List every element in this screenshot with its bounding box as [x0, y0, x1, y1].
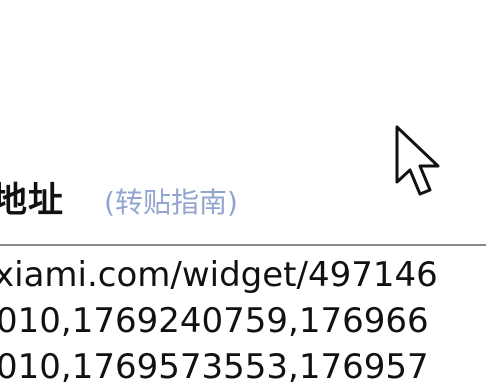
section-title: 地址 [0, 181, 65, 221]
code-line: 010,1769240759,176966 [0, 301, 429, 341]
mouse-pointer-icon [395, 125, 440, 196]
widget-code-text[interactable]: xiami.com/widget/497146 010,1769240759,1… [0, 252, 486, 390]
section-header: 地址 (转贴指南) [0, 172, 238, 223]
code-line: xiami.com/widget/497146 [0, 255, 438, 295]
code-line: 010,1769573553,176957 [0, 347, 429, 387]
repost-guide-link[interactable]: (转贴指南) [104, 181, 238, 221]
divider [0, 244, 486, 246]
